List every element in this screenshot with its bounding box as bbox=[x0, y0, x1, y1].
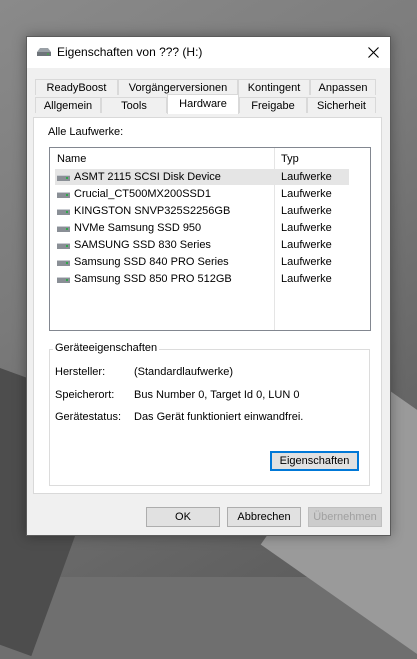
device-status-label: Gerätestatus: bbox=[55, 411, 122, 423]
manufacturer-value: (Standardlaufwerke) bbox=[134, 366, 234, 378]
drive-name: NVMe Samsung SSD 950 bbox=[74, 222, 202, 234]
drive-name: SAMSUNG SSD 830 Series bbox=[74, 239, 211, 251]
location-value: Bus Number 0, Target Id 0, LUN 0 bbox=[134, 389, 300, 401]
hardware-tab-panel: Alle Laufwerke: Name Typ ASMT 2115 SCSI … bbox=[33, 117, 382, 494]
drive-type: Laufwerke bbox=[281, 188, 332, 200]
tab-readyboost[interactable]: ReadyBoost bbox=[35, 79, 118, 95]
drive-name: Samsung SSD 850 PRO 512GB bbox=[74, 273, 232, 285]
window-title: Eigenschaften von ??? (H:) bbox=[57, 45, 203, 59]
device-properties-title: Geräteeigenschaften bbox=[53, 342, 160, 354]
drive-icon bbox=[57, 192, 70, 198]
drive-name: ASMT 2115 SCSI Disk Device bbox=[74, 171, 221, 183]
tab-customize[interactable]: Anpassen bbox=[310, 79, 376, 95]
drive-name: KINGSTON SNVP325S2256GB bbox=[74, 205, 231, 217]
drive-type: Laufwerke bbox=[281, 256, 332, 268]
tab-security[interactable]: Sicherheit bbox=[307, 97, 376, 113]
column-header-type[interactable]: Typ bbox=[281, 153, 299, 165]
drive-row[interactable]: NVMe Samsung SSD 950 Laufwerke bbox=[55, 220, 349, 236]
ok-button[interactable]: OK bbox=[146, 507, 220, 527]
device-status-value: Das Gerät funktioniert einwandfrei. bbox=[134, 411, 304, 423]
drive-icon bbox=[37, 48, 51, 56]
device-properties-group: Geräteeigenschaften Hersteller: (Standar… bbox=[49, 342, 370, 486]
drive-name: Crucial_CT500MX200SSD1 bbox=[74, 188, 211, 200]
title-bar[interactable]: Eigenschaften von ??? (H:) bbox=[27, 37, 390, 68]
drive-row[interactable]: Crucial_CT500MX200SSD1 Laufwerke bbox=[55, 186, 349, 202]
properties-dialog: Eigenschaften von ??? (H:) ReadyBoost Vo… bbox=[26, 36, 391, 536]
tab-previous-versions[interactable]: Vorgängerversionen bbox=[118, 79, 238, 95]
drive-type: Laufwerke bbox=[281, 273, 332, 285]
tab-hardware[interactable]: Hardware bbox=[167, 94, 239, 114]
tab-sharing[interactable]: Freigabe bbox=[239, 97, 307, 113]
drive-icon bbox=[57, 260, 70, 266]
drive-row[interactable]: ASMT 2115 SCSI Disk Device Laufwerke bbox=[55, 169, 349, 185]
tab-general[interactable]: Allgemein bbox=[35, 97, 101, 113]
drive-icon bbox=[57, 277, 70, 283]
drive-row[interactable]: KINGSTON SNVP325S2256GB Laufwerke bbox=[55, 203, 349, 219]
drive-type: Laufwerke bbox=[281, 171, 332, 183]
drive-icon bbox=[57, 175, 70, 181]
cancel-button[interactable]: Abbrechen bbox=[227, 507, 301, 527]
manufacturer-label: Hersteller: bbox=[55, 366, 106, 378]
location-label: Speicherort: bbox=[55, 389, 115, 401]
drive-type: Laufwerke bbox=[281, 205, 332, 217]
close-icon bbox=[367, 47, 379, 58]
drive-icon bbox=[57, 226, 70, 232]
drive-type: Laufwerke bbox=[281, 239, 332, 251]
close-button[interactable] bbox=[356, 37, 390, 68]
drive-row[interactable]: SAMSUNG SSD 830 Series Laufwerke bbox=[55, 237, 349, 253]
drive-icon bbox=[57, 209, 70, 215]
drives-list[interactable]: Name Typ ASMT 2115 SCSI Disk Device Laufw… bbox=[49, 147, 371, 331]
drive-type: Laufwerke bbox=[281, 222, 332, 234]
tab-quota[interactable]: Kontingent bbox=[238, 79, 310, 95]
drive-row[interactable]: Samsung SSD 850 PRO 512GB Laufwerke bbox=[55, 271, 349, 287]
column-header-name[interactable]: Name bbox=[57, 153, 86, 165]
device-properties-button[interactable]: Eigenschaften bbox=[270, 451, 359, 471]
apply-button[interactable]: Übernehmen bbox=[308, 507, 382, 527]
tab-tools[interactable]: Tools bbox=[101, 97, 167, 113]
all-drives-label: Alle Laufwerke: bbox=[48, 126, 124, 138]
drive-icon bbox=[57, 243, 70, 249]
drive-name: Samsung SSD 840 PRO Series bbox=[74, 256, 229, 268]
drive-row[interactable]: Samsung SSD 840 PRO Series Laufwerke bbox=[55, 254, 349, 270]
